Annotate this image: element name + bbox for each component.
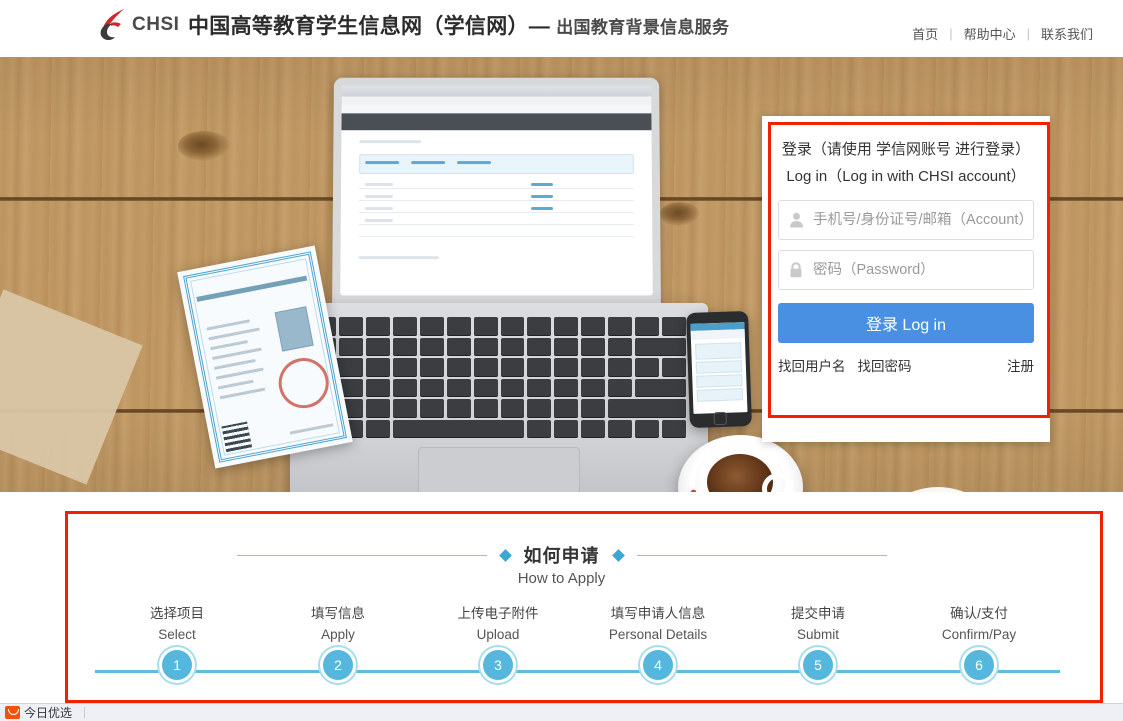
laptop-screen	[332, 77, 661, 308]
login-title-cn: 登录（请使用 学信网账号 进行登录）	[781, 141, 1031, 158]
step-2-label-en: Apply	[321, 627, 355, 642]
step-2-label-cn: 填写信息	[311, 606, 365, 621]
lock-icon	[779, 262, 813, 278]
page-root: CHSI 中国高等教育学生信息网（学信网）— 出国教育背景信息服务 首页 | 帮…	[0, 0, 1123, 721]
bottom-bar-separator	[84, 707, 86, 718]
diamond-icon-right	[611, 548, 625, 562]
step-2: 填写信息 Apply 2	[258, 604, 418, 680]
section-title: 如何申请	[523, 546, 600, 566]
step-3-label-cn: 上传电子附件	[457, 606, 539, 621]
smartphone	[686, 310, 752, 429]
chsi-flame-logo	[97, 7, 131, 43]
login-submit-button[interactable]: 登录 Log in	[778, 303, 1034, 343]
account-field[interactable]	[778, 200, 1034, 240]
step-1: 选择项目 Select 1	[97, 604, 257, 680]
site-title-sub: 出国教育背景信息服务	[556, 18, 730, 37]
nav-separator-1: |	[949, 26, 953, 41]
taobao-icon[interactable]	[5, 706, 20, 719]
step-6-label-cn: 确认/支付	[950, 606, 1008, 621]
step-4: 填写申请人信息 Personal Details 4	[578, 604, 738, 680]
chsi-logo[interactable]: CHSI	[97, 7, 179, 43]
nav-separator-2: |	[1026, 26, 1030, 41]
step-4-label-cn: 填写申请人信息	[610, 606, 706, 621]
step-1-number: 1	[162, 650, 192, 680]
step-3-label-en: Upload	[476, 627, 520, 642]
step-4-number: 4	[643, 650, 673, 680]
step-2-number: 2	[323, 650, 353, 680]
user-icon	[779, 212, 813, 228]
step-5-label-cn: 提交申请	[791, 606, 845, 621]
chsi-logo-text: CHSI	[132, 14, 180, 35]
section-subtitle: How to Apply	[517, 570, 606, 587]
nav-help[interactable]: 帮助中心	[964, 24, 1016, 43]
title-rule-left	[236, 554, 487, 556]
step-3: 上传电子附件 Upload 3	[418, 604, 578, 680]
login-panel: 登录（请使用 学信网账号 进行登录） Log in（Log in with CH…	[762, 116, 1050, 442]
step-1-label-en: Select	[158, 627, 196, 642]
section-title-row: 如何申请	[0, 542, 1123, 568]
register-link[interactable]: 注册	[1007, 355, 1034, 375]
site-title-cn: 中国高等教育学生信息网（学信网）—	[188, 15, 551, 38]
account-input[interactable]	[813, 212, 1033, 228]
login-links: 找回用户名 找回密码 注册	[778, 355, 1034, 375]
nav-contact[interactable]: 联系我们	[1041, 24, 1093, 43]
bottom-bar-label[interactable]: 今日优选	[24, 704, 72, 721]
recover-password-link[interactable]: 找回密码	[858, 355, 912, 375]
laptop-keyboard-base	[290, 303, 708, 492]
page-title: 中国高等教育学生信息网（学信网）— 出国教育背景信息服务	[188, 10, 729, 40]
step-6-label-en: Confirm/Pay	[941, 627, 1017, 642]
browser-bottom-bar: 今日优选	[0, 703, 1123, 721]
nav-home[interactable]: 首页	[912, 24, 938, 43]
password-input[interactable]	[813, 262, 1033, 278]
apply-steps: 选择项目 Select 1 填写信息 Apply 2 上传电子附件 Upload…	[95, 604, 1060, 684]
recover-username-link[interactable]: 找回用户名	[778, 355, 846, 375]
password-field[interactable]	[778, 250, 1034, 290]
top-navigation: 首页 | 帮助中心 | 联系我们	[912, 24, 1093, 43]
login-title-en: Log in（Log in with CHSI account）	[786, 168, 1026, 185]
step-6-number: 6	[964, 650, 994, 680]
step-4-label-en: Personal Details	[608, 627, 708, 642]
title-rule-right	[636, 554, 887, 556]
step-6: 确认/支付 Confirm/Pay 6	[899, 604, 1059, 680]
laptop-trackpad	[418, 447, 580, 492]
how-to-apply-section: 如何申请 How to Apply 选择项目 Select 1 填写信息 App…	[0, 492, 1123, 712]
step-5-number: 5	[803, 650, 833, 680]
step-5: 提交申请 Submit 5	[738, 604, 898, 680]
laptop-keyboard	[312, 317, 686, 437]
step-5-label-en: Submit	[796, 627, 840, 642]
step-3-number: 3	[483, 650, 513, 680]
site-header: CHSI 中国高等教育学生信息网（学信网）— 出国教育背景信息服务 首页 | 帮…	[0, 0, 1123, 57]
diamond-icon-left	[498, 548, 512, 562]
step-1-label-cn: 选择项目	[150, 606, 204, 621]
